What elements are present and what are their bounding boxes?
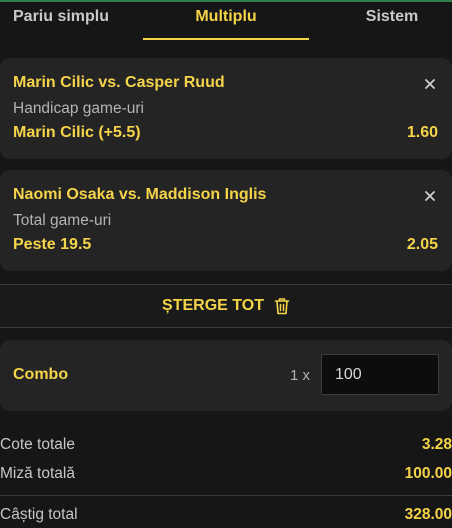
combo-label: Combo xyxy=(13,366,69,383)
total-odds-label: Cote totale xyxy=(0,436,75,453)
summary-divider xyxy=(0,495,452,496)
tab-single-bet[interactable]: Pariu simplu xyxy=(0,8,120,38)
clear-all-label: ȘTERGE TOT xyxy=(162,297,264,314)
tab-multiple-bet[interactable]: Multiplu xyxy=(143,8,309,38)
match-title: Marin Cilic vs. Casper Ruud xyxy=(13,74,225,91)
stake-input[interactable] xyxy=(321,354,439,395)
total-odds-value: 3.28 xyxy=(421,436,452,453)
total-win-row: Câștig total 328.00 xyxy=(0,506,452,528)
total-win-label: Câștig total xyxy=(0,506,78,523)
combo-stake-row: Combo 1 x xyxy=(0,340,452,411)
market-name: Handicap game-uri xyxy=(13,100,144,117)
total-stake-row: Miză totală 100.00 xyxy=(0,465,452,487)
selection-name: Peste 19.5 xyxy=(13,236,92,253)
bet-type-tabs: Pariu simplu Multiplu Sistem xyxy=(0,2,452,40)
active-tab-indicator xyxy=(143,38,309,40)
remove-selection-close-icon[interactable] xyxy=(422,188,438,204)
bet-selection-card: Marin Cilic vs. Casper Ruud Handicap gam… xyxy=(0,58,452,159)
market-name: Total game-uri xyxy=(13,212,112,229)
combo-multiplier: 1 x xyxy=(290,367,311,384)
total-stake-value: 100.00 xyxy=(404,465,452,482)
bet-selection-card: Naomi Osaka vs. Maddison Inglis Total ga… xyxy=(0,170,452,271)
total-win-value: 328.00 xyxy=(404,506,452,523)
total-odds-row: Cote totale 3.28 xyxy=(0,436,452,458)
trash-icon xyxy=(274,297,290,315)
remove-selection-close-icon[interactable] xyxy=(422,76,438,92)
clear-all-button[interactable]: ȘTERGE TOT xyxy=(0,284,452,328)
tab-system-bet[interactable]: Sistem xyxy=(340,8,444,38)
total-stake-label: Miză totală xyxy=(0,465,75,482)
selection-name: Marin Cilic (+5.5) xyxy=(13,124,141,141)
selection-odds: 1.60 xyxy=(406,124,438,141)
match-title: Naomi Osaka vs. Maddison Inglis xyxy=(13,186,267,203)
selection-odds: 2.05 xyxy=(406,236,438,253)
